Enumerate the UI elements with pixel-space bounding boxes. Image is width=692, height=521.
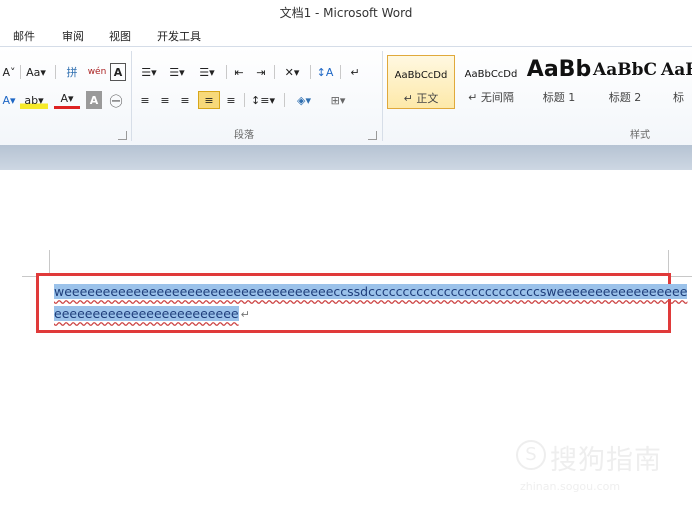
separator	[226, 65, 227, 79]
style-sample: AaBbCcDd	[464, 69, 518, 80]
style-heading-2[interactable]: AaBbC 标题 2	[591, 55, 659, 109]
font-dialog-launcher[interactable]	[118, 131, 127, 140]
style-label: ↵ 正文	[403, 92, 439, 105]
shading-button[interactable]: ◈▾	[290, 91, 318, 109]
tab-mailings[interactable]: 邮件	[13, 28, 35, 44]
separator	[274, 65, 275, 79]
separator	[284, 93, 285, 107]
ruler-area	[0, 145, 692, 170]
group-separator	[382, 51, 383, 141]
borders-button[interactable]: ⊞▾	[324, 91, 352, 109]
character-shading-button[interactable]: A	[86, 91, 102, 109]
style-label: 标题 2	[608, 91, 642, 104]
style-label: 标题 1	[542, 91, 576, 104]
sort-button[interactable]: ↕A	[314, 63, 336, 81]
numbering-button[interactable]: ☰▾	[164, 63, 190, 81]
separator	[20, 65, 21, 79]
styles-group: AaBbCcDd ↵ 正文 AaBbCcDd ↵ 无间隔 AaBb 标题 1 A…	[385, 47, 692, 145]
change-case-button[interactable]: Aa▾	[24, 63, 48, 81]
style-label: ↵ 无间隔	[468, 91, 514, 104]
phonetic-guide-icon[interactable]: 拼	[62, 63, 82, 81]
styles-group-label: 样式	[630, 130, 650, 141]
ribbon-tabs: 邮件 审阅 视图 开发工具	[0, 24, 692, 46]
separator	[55, 65, 56, 79]
margin-guide	[668, 276, 692, 277]
style-title[interactable]: AaB 标	[659, 55, 692, 109]
sogou-logo-icon: S	[516, 440, 546, 470]
style-normal[interactable]: AaBbCcDd ↵ 正文	[387, 55, 455, 109]
paragraph-group: ☰▾ ☰▾ ☰▾ ⇤ ⇥ ✕▾ ↕A ↵ ≡ ≡ ≡ ≡ ≡ ↕≡▾ ◈▾ ⊞▾…	[134, 47, 380, 145]
character-border-icon[interactable]: A	[110, 63, 126, 81]
tab-developer[interactable]: 开发工具	[157, 28, 201, 44]
title-bar: 文档1 - Microsoft Word	[0, 0, 692, 24]
decrease-indent-button[interactable]: ⇤	[230, 63, 248, 81]
style-sample: AaBb	[526, 57, 592, 82]
window-title: 文档1 - Microsoft Word	[279, 6, 413, 20]
line-spacing-button[interactable]: ↕≡▾	[248, 91, 278, 109]
paragraph-mark: ↵	[240, 308, 250, 321]
font-color-button[interactable]: A▾	[54, 91, 80, 109]
paragraph-dialog-launcher[interactable]	[368, 131, 377, 140]
font-group: A˅ Aa▾ 拼 wén A A▾ ab▾ A▾ A ㊀	[0, 47, 130, 145]
shrink-font-button[interactable]: A˅	[0, 63, 18, 81]
style-label: 标	[673, 91, 684, 104]
tab-review[interactable]: 审阅	[62, 28, 84, 44]
style-sample: AaB	[661, 60, 692, 80]
text-effects-button[interactable]: A▾	[0, 91, 18, 109]
document-line-2[interactable]: eeeeeeeeeeeeeeeeeeeeeeee ↵	[54, 306, 250, 321]
selected-text[interactable]: eeeeeeeeeeeeeeeeeeeeeeee	[54, 306, 239, 321]
bullets-button[interactable]: ☰▾	[136, 63, 162, 81]
multilevel-list-button[interactable]: ☰▾	[192, 63, 222, 81]
watermark-main: 搜狗指南	[550, 445, 662, 476]
style-heading-1[interactable]: AaBb 标题 1	[525, 55, 593, 109]
chinese-layout-button[interactable]: ✕▾	[278, 63, 306, 81]
distributed-button[interactable]: ≡	[222, 91, 240, 109]
watermark: S 搜狗指南 zhinan.sogou.com	[514, 438, 674, 498]
tab-view[interactable]: 视图	[109, 28, 131, 44]
paragraph-group-label: 段落	[234, 130, 254, 141]
separator	[340, 65, 341, 79]
align-left-button[interactable]: ≡	[136, 91, 154, 109]
separator	[310, 65, 311, 79]
style-no-spacing[interactable]: AaBbCcDd ↵ 无间隔	[457, 55, 525, 109]
align-right-button[interactable]: ≡	[176, 91, 194, 109]
highlighted-text-block[interactable]: weeeeeeeeeeeeeeeeeeeeeeeeeeeeeeeeeeeccss…	[36, 273, 688, 333]
increase-indent-button[interactable]: ⇥	[252, 63, 270, 81]
group-separator	[131, 51, 132, 141]
enclose-characters-button[interactable]: ㊀	[106, 91, 126, 110]
justify-button[interactable]: ≡	[198, 91, 220, 109]
separator	[244, 93, 245, 107]
wen-icon[interactable]: wén	[86, 63, 108, 81]
style-sample: AaBbCcDd	[394, 70, 448, 81]
selected-text[interactable]: weeeeeeeeeeeeeeeeeeeeeeeeeeeeeeeeeeeccss…	[54, 284, 688, 299]
ribbon: A˅ Aa▾ 拼 wén A A▾ ab▾ A▾ A ㊀ ☰▾ ☰▾ ☰▾ ⇤ …	[0, 46, 692, 146]
highlight-color-button[interactable]: ab▾	[20, 91, 48, 109]
show-formatting-marks-button[interactable]: ↵	[346, 63, 364, 81]
style-sample: AaBbC	[593, 60, 657, 80]
document-line-1[interactable]: weeeeeeeeeeeeeeeeeeeeeeeeeeeeeeeeeeeccss…	[54, 284, 688, 299]
align-center-button[interactable]: ≡	[156, 91, 174, 109]
watermark-url: zhinan.sogou.com	[520, 480, 621, 493]
